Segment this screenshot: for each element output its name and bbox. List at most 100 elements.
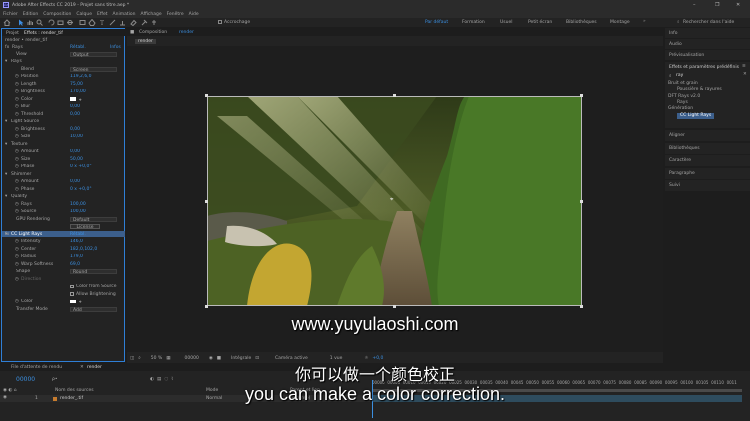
grid-icon[interactable]: ▦	[166, 356, 170, 361]
color-swatch[interactable]	[70, 299, 76, 303]
snapshot-icon[interactable]: ◉	[209, 356, 213, 361]
minimize-button[interactable]: –	[693, 2, 696, 8]
workspace-par-defaut[interactable]: Par défaut	[425, 20, 448, 25]
param-dropdown[interactable]: Default	[70, 216, 117, 222]
menu-fenetre[interactable]: Fenêtre	[167, 12, 184, 17]
workspace-more-icon[interactable]: »	[643, 19, 646, 24]
param-value[interactable]: 0,00	[70, 112, 80, 117]
param-value[interactable]: 0,00	[70, 127, 80, 132]
param-value[interactable]: 0 x +0,0°	[70, 187, 92, 192]
rectangle-tool-icon[interactable]	[79, 20, 86, 25]
comp-breadcrumb[interactable]: render	[135, 39, 156, 44]
handle-tl[interactable]	[205, 94, 208, 97]
right-panel-tab[interactable]: Bibliothèques	[665, 142, 750, 154]
param-value[interactable]: 119,2,6,0	[70, 74, 91, 79]
close-button[interactable]: ✕	[736, 2, 740, 8]
checkbox[interactable]	[70, 292, 74, 296]
eyedropper-icon[interactable]: ⌖	[79, 299, 82, 304]
right-panel-tab[interactable]: Suivi	[665, 180, 750, 191]
right-panel-tab[interactable]: Audio	[665, 39, 750, 49]
effects-search-icon[interactable]: ⌕	[669, 73, 672, 79]
right-panel-tab[interactable]: Paragraphe	[665, 167, 750, 179]
effect-param-row[interactable]: ◷ Source 100,00	[2, 209, 125, 215]
stopwatch-icon[interactable]: ◷	[15, 254, 19, 259]
handle-mr[interactable]	[580, 200, 583, 203]
effect-param-row[interactable]: ◷ Phase 0 x +0,0°	[2, 186, 125, 192]
comp-tab-label[interactable]: Composition	[139, 30, 167, 35]
handle-br[interactable]	[580, 305, 583, 308]
effect-param-row[interactable]: ◷ Amount 0,00	[2, 179, 125, 185]
tab-project[interactable]: Projet	[6, 31, 19, 36]
handle-ml[interactable]	[205, 200, 208, 203]
stopwatch-icon[interactable]: ◷	[15, 82, 19, 87]
effect-param-row[interactable]: ◷ Brightness 0,00	[2, 126, 125, 132]
effect-param-row[interactable]: ◷ Blur 0,00	[2, 104, 125, 110]
effect-param-row[interactable]: ◷ Color ⌖	[2, 96, 125, 102]
effect-param-row[interactable]: ◷ Rays 100,00	[2, 201, 125, 207]
color-swatch[interactable]	[70, 97, 76, 101]
effects-tree-item[interactable]: CC Light Rays	[677, 112, 715, 119]
handle-tr[interactable]	[580, 94, 583, 97]
effect-param-row[interactable]: ▾ Rays	[2, 59, 125, 65]
param-value[interactable]: 100,00	[70, 202, 86, 207]
param-value[interactable]: 69,0	[70, 262, 80, 267]
zoom-dropdown[interactable]: 50 %	[151, 356, 162, 361]
timecode[interactable]: 00000	[185, 356, 199, 361]
stopwatch-icon[interactable]: ◷	[15, 179, 19, 184]
effects-search-clear-icon[interactable]: ✕	[743, 72, 747, 77]
comp-viewer[interactable]: ⌖	[127, 46, 663, 352]
effects-tree-item[interactable]: Poussière & rayures	[677, 87, 722, 93]
effect-param-row[interactable]: ▾ fx CC Light Rays Rétabl.	[2, 231, 125, 237]
stopwatch-icon[interactable]: ◷	[15, 277, 19, 282]
effect-param-row[interactable]: Blend Screen	[2, 66, 125, 72]
color-swatch-icon[interactable]: ■	[217, 356, 221, 361]
effects-tree-item[interactable]: DFT Rays v2.0	[668, 94, 700, 100]
effect-param-row[interactable]: ◷ Size 10,00	[2, 134, 125, 140]
twirl-icon[interactable]: ▾	[5, 142, 7, 147]
snap-checkbox[interactable]	[218, 20, 222, 24]
menu-edition[interactable]: Edition	[23, 12, 39, 17]
param-value[interactable]: 0,00	[70, 149, 80, 154]
zoom-tool-icon[interactable]	[36, 19, 43, 26]
stopwatch-icon[interactable]: ◷	[15, 149, 19, 154]
stopwatch-icon[interactable]: ◷	[15, 262, 19, 267]
effect-param-row[interactable]: ◷ Center 182,0,102,0	[2, 246, 125, 252]
tab-effects[interactable]: Effets : render_tif	[24, 31, 63, 36]
eyedropper-icon[interactable]: ⌖	[79, 97, 82, 102]
menu-aide[interactable]: Aide	[189, 12, 199, 17]
effects-presets-title[interactable]: Effets et paramètres prédéfinis	[669, 65, 739, 70]
stopwatch-icon[interactable]: ◷	[15, 187, 19, 192]
effects-menu-icon[interactable]: ≡	[742, 64, 746, 69]
stopwatch-icon[interactable]: ◷	[15, 164, 19, 169]
effect-param-row[interactable]: ◷ Direction	[2, 276, 125, 282]
maximize-button[interactable]: ❐	[715, 2, 719, 8]
effect-param-row[interactable]: Shape Round	[2, 269, 125, 274]
effect-param-row[interactable]: GPU Rendering Default	[2, 216, 125, 222]
stopwatch-icon[interactable]: ◷	[15, 299, 19, 304]
param-value[interactable]: 100,00	[70, 209, 86, 214]
effect-param-row[interactable]: ◷ Length 75,00	[2, 81, 125, 87]
effect-param-row[interactable]: ◷ Color ⌖	[2, 299, 125, 304]
effect-param-row[interactable]: ◷ Intensity 146,0	[2, 239, 125, 245]
effects-tree-item[interactable]: Rays	[677, 100, 688, 106]
menu-fichier[interactable]: Fichier	[3, 12, 18, 17]
effect-param-row[interactable]: ◷ Phase 0 x +0,0°	[2, 164, 125, 170]
param-value[interactable]: 10,00	[70, 134, 83, 139]
type-tool-icon[interactable]: T	[100, 20, 104, 26]
right-panel-tab[interactable]: Aligner	[665, 130, 750, 141]
workspace-bibliotheques[interactable]: Bibliothèques	[566, 20, 597, 25]
stopwatch-icon[interactable]: ◷	[15, 202, 19, 207]
effect-param-row[interactable]: ◷ Warp Softness 69,0	[2, 261, 125, 267]
fx-badge[interactable]: fx	[5, 45, 9, 50]
stopwatch-icon[interactable]: ◷	[15, 239, 19, 244]
twirl-icon[interactable]: ▾	[5, 194, 7, 199]
pan-behind-icon[interactable]	[67, 20, 73, 25]
comp-lock-icon[interactable]: ■	[130, 30, 134, 35]
param-value[interactable]: 50,00	[70, 157, 83, 162]
effect-param-row[interactable]: ▾ Texture	[2, 141, 125, 147]
twirl-icon[interactable]: ▾	[5, 59, 7, 64]
stopwatch-icon[interactable]: ◷	[15, 127, 19, 132]
region-icon[interactable]: ⊡	[255, 356, 259, 361]
always-preview-icon[interactable]: ◫	[130, 356, 134, 361]
param-dropdown[interactable]: Screen	[70, 66, 117, 72]
